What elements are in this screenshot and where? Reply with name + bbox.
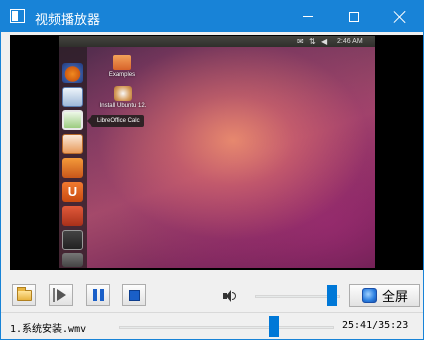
video-frame: ✉ ⇅ ◀ 2:46 AM U LibreOffice Calc Example…: [59, 36, 375, 268]
video-player-window: 视频播放器 ✉ ⇅ ◀ 2:46 AM U LibreOffice Calc E…: [0, 0, 424, 340]
desktop-icon-label: Examples: [108, 72, 136, 78]
file-name: 1.系统安装.wmv: [10, 324, 87, 335]
seek-thumb[interactable]: [268, 316, 279, 337]
impress-icon: [62, 134, 83, 154]
folder-open-icon: [16, 286, 32, 301]
volume-panel-icon: ◀: [321, 37, 328, 46]
ubuntu-launcher: U: [59, 47, 87, 268]
ubuntu-one-icon: U: [62, 182, 83, 202]
volume-slider[interactable]: [255, 285, 340, 307]
close-icon: [394, 11, 406, 23]
writer-icon: [62, 87, 83, 107]
fullscreen-icon: [362, 288, 377, 303]
pause-button[interactable]: [86, 284, 110, 306]
network-icon: ⇅: [309, 37, 316, 46]
playback-controls: 全屏: [1, 281, 423, 311]
seek-slider[interactable]: [119, 316, 334, 338]
speaker-icon[interactable]: [223, 289, 237, 303]
stop-button[interactable]: [122, 284, 146, 306]
window-title: 视频播放器: [35, 13, 101, 28]
desktop-icon-install: Install Ubuntu 12.: [93, 86, 153, 110]
stop-icon: [128, 289, 140, 301]
video-display[interactable]: ✉ ⇅ ◀ 2:46 AM U LibreOffice Calc Example…: [10, 35, 423, 270]
title-bar[interactable]: 视频播放器: [1, 1, 423, 32]
calc-icon: [62, 110, 83, 130]
files-icon: [62, 158, 83, 178]
launcher-tooltip: LibreOffice Calc: [87, 115, 144, 127]
minimize-button[interactable]: [285, 1, 331, 32]
play-icon: [52, 288, 66, 302]
open-file-button[interactable]: [12, 284, 36, 306]
desktop-icon-label: Install Ubuntu 12.: [99, 103, 147, 109]
minimize-icon: [303, 16, 313, 17]
app-window-icon: [10, 9, 25, 23]
status-bar: 1.系统安装.wmv 25:41/35:23: [1, 312, 423, 339]
trash-icon: [62, 253, 83, 267]
maximize-icon: [349, 11, 359, 22]
maximize-button[interactable]: [331, 1, 377, 32]
fullscreen-label: 全屏: [382, 290, 409, 305]
play-button[interactable]: [49, 284, 73, 306]
volume-thumb[interactable]: [327, 285, 338, 306]
folder-icon: [113, 55, 131, 70]
time-display: 25:41/35:23: [342, 320, 409, 331]
fullscreen-button[interactable]: 全屏: [349, 284, 420, 307]
panel-clock: 2:46 AM: [337, 38, 363, 45]
install-icon: [114, 86, 132, 101]
firefox-icon: [62, 63, 83, 83]
close-button[interactable]: [377, 1, 423, 32]
ubuntu-top-panel: ✉ ⇅ ◀ 2:46 AM: [59, 36, 375, 47]
settings-icon: [62, 206, 83, 226]
seek-track[interactable]: [119, 326, 334, 329]
mail-icon: ✉: [297, 37, 304, 46]
terminal-icon: [62, 230, 83, 250]
desktop-icon-examples: Examples: [100, 55, 144, 79]
pause-icon: [92, 289, 104, 301]
